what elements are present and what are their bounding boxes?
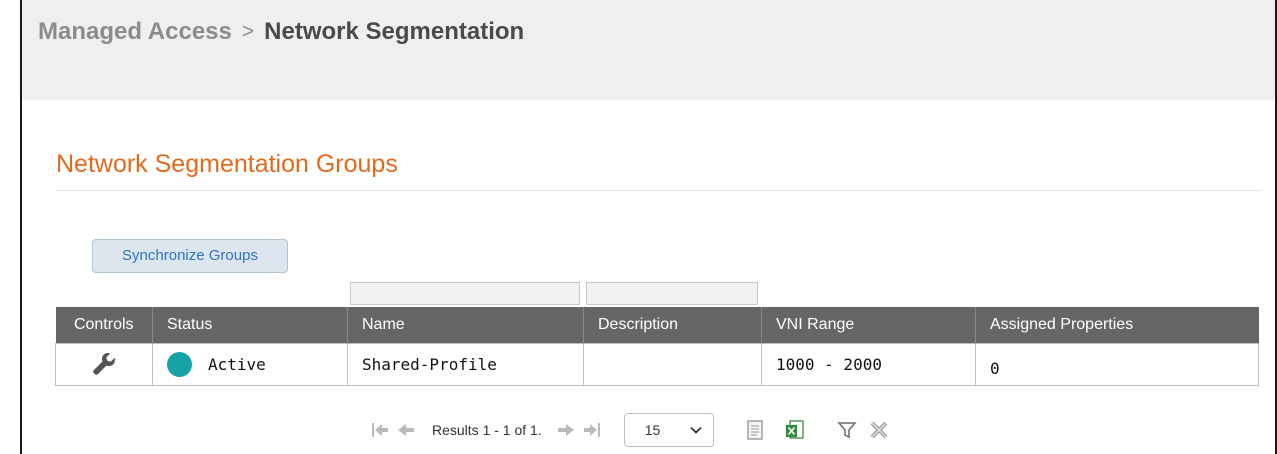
- status-text: Active: [208, 354, 266, 374]
- chevron-down-icon: [690, 426, 702, 434]
- next-page-icon[interactable]: [556, 420, 576, 440]
- column-header-vni-range[interactable]: VNI Range: [761, 307, 976, 343]
- breadcrumb-separator: >: [241, 20, 255, 43]
- column-header-assigned-properties[interactable]: Assigned Properties: [975, 307, 1259, 343]
- status-active-dot-icon: [167, 351, 192, 377]
- controls-cell: [55, 342, 153, 386]
- prev-page-icon[interactable]: [396, 420, 416, 440]
- breadcrumb: Managed Access > Network Segmentation: [38, 18, 524, 46]
- column-header-name[interactable]: Name: [347, 307, 584, 343]
- header-band: Managed Access > Network Segmentation: [22, 0, 1275, 100]
- description-cell: [583, 342, 762, 386]
- last-page-icon[interactable]: [582, 420, 602, 440]
- assigned-properties-cell: 0: [975, 342, 1259, 386]
- description-filter-input[interactable]: [586, 282, 758, 305]
- results-count-text: Results 1 - 1 of 1.: [432, 422, 542, 438]
- page-size-value: 15: [644, 422, 661, 438]
- segmentation-groups-table: Controls Status Name Description VNI Ran…: [55, 307, 1259, 386]
- section-title: Network Segmentation Groups: [56, 150, 398, 178]
- breadcrumb-current: Network Segmentation: [264, 18, 525, 45]
- column-header-status[interactable]: Status: [152, 307, 348, 343]
- name-cell: Shared-Profile: [347, 342, 584, 386]
- name-filter-input[interactable]: [350, 282, 580, 305]
- export-excel-icon[interactable]: [784, 419, 806, 441]
- export-text-icon[interactable]: [744, 419, 766, 441]
- breadcrumb-parent[interactable]: Managed Access: [38, 18, 232, 45]
- status-cell: Active: [152, 342, 348, 386]
- app-frame: Managed Access > Network Segmentation Netw…: [20, 0, 1277, 454]
- column-header-controls: Controls: [55, 307, 153, 343]
- wrench-icon[interactable]: [91, 351, 117, 377]
- vni-range-cell: 1000 - 2000: [761, 342, 976, 386]
- page-size-select[interactable]: 15: [623, 413, 714, 447]
- title-divider: [56, 190, 1261, 191]
- first-page-icon[interactable]: [370, 420, 390, 440]
- table-header-row: Controls Status Name Description VNI Ran…: [55, 307, 1259, 343]
- pagination-bar: Results 1 - 1 of 1. 15: [370, 410, 890, 450]
- filter-icon[interactable]: [836, 419, 858, 441]
- clear-filter-icon[interactable]: [868, 419, 890, 441]
- column-header-description[interactable]: Description: [583, 307, 762, 343]
- synchronize-groups-button[interactable]: Synchronize Groups: [92, 239, 288, 273]
- table-row: Active Shared-Profile 1000 - 2000 0: [55, 342, 1259, 386]
